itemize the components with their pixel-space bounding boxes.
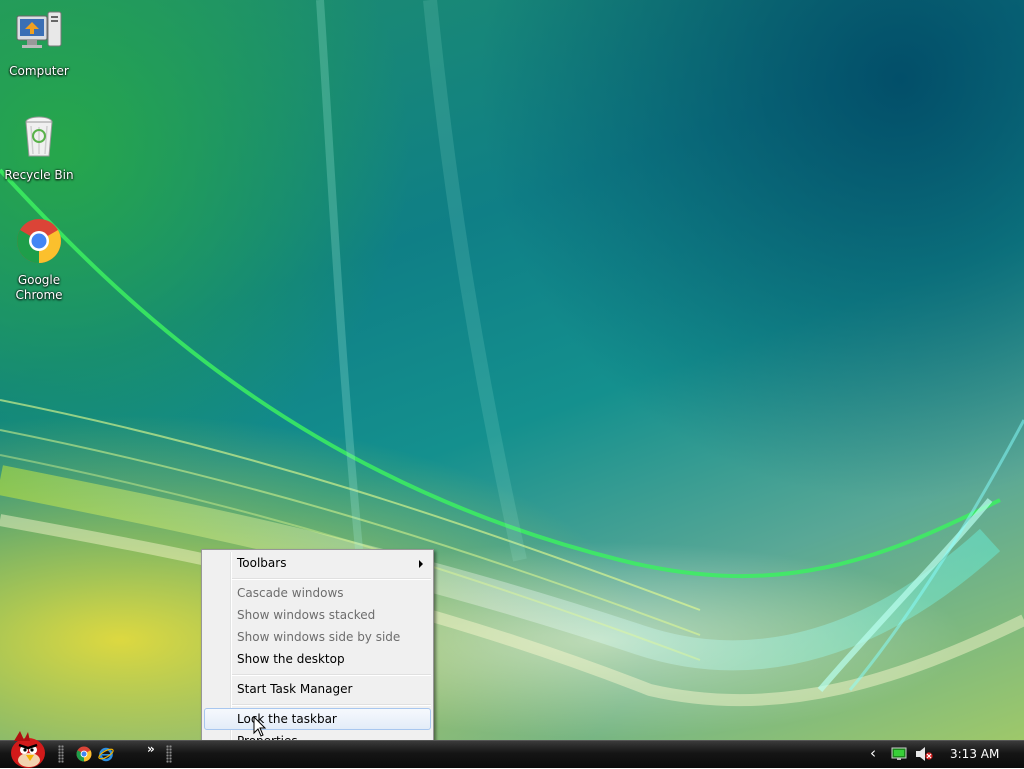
- quick-launch-more-button[interactable]: »: [147, 742, 155, 756]
- desktop-icon-computer[interactable]: Computer: [1, 8, 77, 79]
- desktop-icon-label: Google Chrome: [15, 273, 63, 302]
- menu-item-lock-the-taskbar[interactable]: Lock the taskbar: [204, 708, 431, 730]
- menu-item-label: Show windows side by side: [237, 630, 401, 644]
- recycle-bin-icon: [25, 116, 53, 157]
- wallpaper-swooshes: [0, 0, 1024, 707]
- network-icon[interactable]: [891, 747, 907, 761]
- menu-item-cascade-windows[interactable]: Cascade windows: [204, 582, 431, 604]
- google-chrome-icon[interactable]: [76, 746, 92, 762]
- desktop-icon-label: Recycle Bin: [4, 168, 74, 182]
- menu-item-show-windows-stacked[interactable]: Show windows stacked: [204, 604, 431, 626]
- menu-item-label: Cascade windows: [237, 586, 344, 600]
- menu-item-show-the-desktop[interactable]: Show the desktop: [204, 648, 431, 670]
- taskbar-grip[interactable]: [166, 745, 172, 763]
- start-button-angry-bird-icon[interactable]: [4, 731, 48, 769]
- desktop-background[interactable]: Computer Recycle Bin Google Chrome: [0, 0, 1024, 740]
- taskbar-clock[interactable]: 3:13 AM: [950, 747, 999, 761]
- menu-item-start-task-manager[interactable]: Start Task Manager: [204, 678, 431, 700]
- desktop-icon-google-chrome[interactable]: Google Chrome: [1, 217, 77, 303]
- menu-separator: [232, 674, 431, 676]
- menu-item-label: Show windows stacked: [237, 608, 376, 622]
- volume-muted-icon[interactable]: [915, 747, 933, 761]
- desktop-icon-label: Computer: [9, 64, 69, 78]
- google-chrome-icon: [17, 219, 61, 263]
- menu-separator: [232, 704, 431, 706]
- computer-icon: [16, 11, 62, 48]
- internet-explorer-icon[interactable]: [98, 746, 114, 762]
- submenu-arrow-icon: [419, 560, 423, 568]
- taskbar-grip[interactable]: [58, 745, 64, 763]
- show-hidden-icons-button[interactable]: ‹: [870, 744, 876, 762]
- taskbar-context-menu: Toolbars Cascade windows Show windows st…: [201, 549, 434, 755]
- menu-item-label: Lock the taskbar: [237, 712, 337, 726]
- menu-item-label: Toolbars: [237, 556, 287, 570]
- mouse-cursor-icon: [253, 716, 267, 737]
- menu-separator: [232, 578, 431, 580]
- taskbar[interactable]: » ‹ 3:13 AM: [0, 731, 1024, 768]
- menu-item-toolbars[interactable]: Toolbars: [204, 552, 431, 574]
- desktop-icon-recycle-bin[interactable]: Recycle Bin: [1, 112, 77, 183]
- menu-item-show-windows-side-by-side[interactable]: Show windows side by side: [204, 626, 431, 648]
- menu-item-label: Start Task Manager: [237, 682, 353, 696]
- menu-item-label: Show the desktop: [237, 652, 345, 666]
